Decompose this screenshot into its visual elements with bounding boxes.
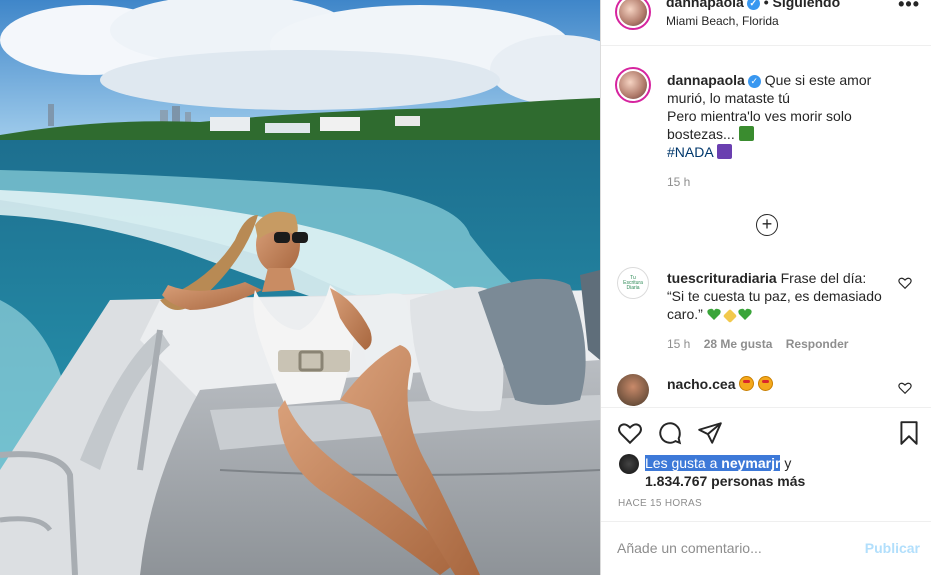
comment-input[interactable] — [617, 536, 847, 560]
verified-badge-icon: ✓ — [747, 74, 761, 88]
green-heart-emoji-icon — [707, 307, 721, 320]
author-username[interactable]: dannapaola — [666, 0, 744, 10]
save-bookmark-icon[interactable] — [896, 420, 922, 446]
liker-avatar[interactable] — [619, 454, 639, 474]
caption-line-2: Pero mientra'lo ves morir solo bostezas.… — [667, 108, 852, 142]
like-heart-icon[interactable] — [617, 420, 643, 446]
likes-summary: Les gusta a neymarjr y — [645, 455, 791, 471]
follow-status[interactable]: Siguiendo — [772, 0, 840, 10]
likes-suffix: y — [784, 455, 792, 471]
post-author-line: dannapaola ✓ • Siguiendo — [666, 0, 840, 10]
publish-button[interactable]: Publicar — [865, 540, 920, 556]
post-header: dannapaola ✓ • Siguiendo Miami Beach, Flo… — [601, 0, 931, 46]
star-struck-emoji-icon — [758, 376, 774, 391]
share-paper-plane-icon[interactable] — [697, 420, 723, 446]
add-comment-form: Publicar — [601, 521, 931, 575]
post-details-panel: dannapaola ✓ • Siguiendo Miami Beach, Flo… — [600, 0, 931, 575]
caption-username[interactable]: dannapaola — [667, 72, 745, 88]
comment-bubble-icon[interactable] — [657, 420, 683, 446]
comment-time[interactable]: 15 h — [667, 337, 690, 351]
author-avatar[interactable] — [615, 0, 651, 30]
comment-username[interactable]: nacho.cea — [667, 376, 735, 392]
caption-time[interactable]: 15 h — [667, 175, 690, 189]
sparkles-emoji-icon — [722, 308, 737, 324]
comments-section[interactable]: dannapaola ✓ Que si este amor murió, lo m… — [601, 47, 931, 407]
post-image[interactable] — [0, 0, 600, 575]
more-options-icon[interactable]: ••• — [898, 0, 920, 15]
separator-dot: • — [763, 0, 769, 10]
posted-time[interactable]: HACE 15 HORAS — [618, 498, 702, 509]
green-heart-emoji-icon — [738, 307, 753, 320]
comment-like-heart-icon[interactable] — [898, 381, 912, 395]
post-photo-yacht — [0, 0, 600, 575]
comment-like-heart-icon[interactable] — [898, 276, 912, 290]
music-emoji-icon — [716, 144, 732, 159]
post-location[interactable]: Miami Beach, Florida — [666, 14, 779, 28]
comment-text: nacho.cea — [667, 376, 774, 392]
commenter-avatar[interactable] — [617, 374, 649, 406]
load-more-comments-button[interactable]: + — [756, 214, 778, 236]
likes-prefix: Les gusta a neymarjr — [645, 455, 781, 471]
comment-meta: 15 h 28 Me gusta Responder — [667, 337, 858, 351]
likes-count[interactable]: 1.834.767 personas más — [645, 473, 805, 489]
verified-badge-icon: ✓ — [746, 0, 760, 10]
comment-likes[interactable]: 28 Me gusta — [704, 337, 773, 351]
comment-username[interactable]: tuescrituradiaria — [667, 270, 777, 286]
caption-hashtag[interactable]: #NADA — [667, 144, 713, 160]
caption: dannapaola ✓ Que si este amor murió, lo m… — [667, 71, 892, 161]
rose-emoji-icon — [738, 126, 754, 141]
avatar-logo-line: Diaria — [626, 284, 640, 291]
reply-button[interactable]: Responder — [786, 337, 849, 351]
liker-username[interactable]: neymarjr — [721, 455, 780, 471]
commenter-avatar[interactable]: Tu Escritura Diaria — [617, 267, 649, 299]
caption-author-avatar[interactable] — [615, 67, 651, 103]
comment-text: tuescrituradiaria Frase del día: “Si te … — [667, 269, 887, 324]
post-actions: Les gusta a neymarjr y 1.834.767 persona… — [601, 407, 931, 575]
star-struck-emoji-icon — [739, 376, 755, 391]
